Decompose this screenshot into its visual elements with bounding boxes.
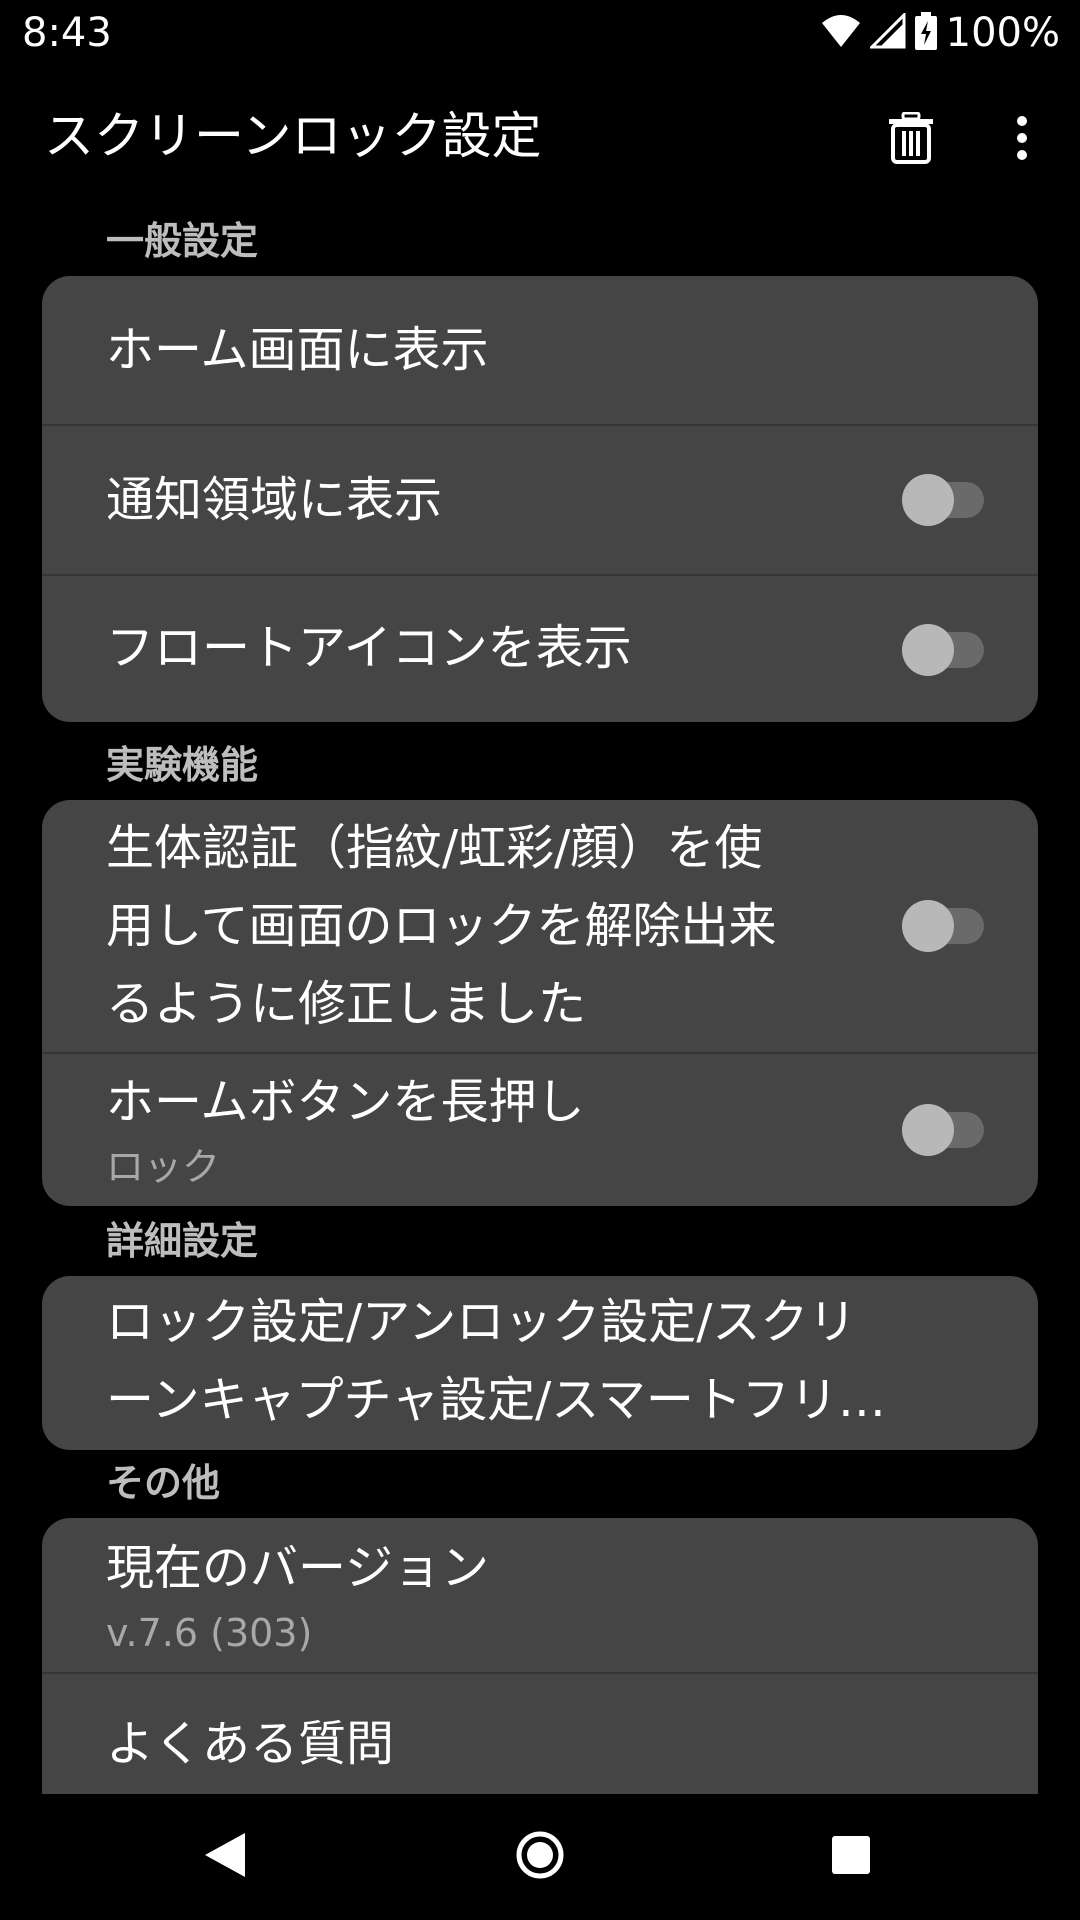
setting-title: ホームボタンを長押し (106, 1074, 585, 1130)
section-header-other: その他 (106, 1461, 221, 1505)
status-time: 8:43 (22, 10, 112, 56)
page-title: スクリーンロック設定 (44, 107, 542, 165)
setting-title: ホーム画面に表示 (106, 322, 489, 378)
trash-icon (888, 111, 934, 168)
setting-title: よくある質問 (106, 1716, 395, 1772)
setting-title-line: 生体認証（指紋/虹彩/顔）を使 (106, 820, 763, 876)
setting-title: 現在のバージョン (106, 1540, 490, 1596)
back-button[interactable] (180, 1812, 270, 1902)
section-header-general: 一般設定 (106, 219, 259, 263)
delete-button[interactable] (875, 104, 947, 176)
setting-title-line: 用して画面のロックを解除出来 (106, 898, 777, 954)
home-long-press-toggle[interactable] (902, 1104, 984, 1156)
float-icon-toggle[interactable] (902, 624, 984, 676)
other-card: 現在のバージョン v.7.6 (303) よくある質問 (42, 1518, 1038, 1794)
setting-title: 通知領域に表示 (106, 472, 443, 528)
general-settings-card: ホーム画面に表示 通知領域に表示 フロートアイコンを表示 (42, 276, 1038, 722)
switch-thumb (902, 624, 954, 676)
advanced-card: ロック設定/アンロック設定/スクリ ーンキャプチャ設定/スマートフリ… (42, 1276, 1038, 1450)
battery-charging-icon (914, 12, 938, 54)
setting-show-in-notification[interactable]: 通知領域に表示 (42, 426, 1038, 574)
app-bar: スクリーンロック設定 (0, 80, 1080, 192)
setting-title-line: るように修正しました (106, 976, 587, 1032)
setting-faq[interactable]: よくある質問 (42, 1674, 1038, 1794)
status-bar: 8:43 100% (0, 0, 1080, 66)
setting-summary: ロック (106, 1145, 221, 1189)
setting-current-version[interactable]: 現在のバージョン v.7.6 (303) (42, 1518, 1038, 1672)
experimental-card: 生体認証（指紋/虹彩/顔）を使 用して画面のロックを解除出来 るように修正しまし… (42, 800, 1038, 1206)
setting-summary: v.7.6 (303) (106, 1611, 313, 1655)
switch-thumb (902, 900, 954, 952)
notification-toggle[interactable] (902, 474, 984, 526)
setting-biometric-unlock[interactable]: 生体認証（指紋/虹彩/顔）を使 用して画面のロックを解除出来 るように修正しまし… (42, 800, 1038, 1052)
recents-square-icon (830, 1834, 872, 1880)
section-header-advanced: 詳細設定 (106, 1219, 259, 1263)
setting-title-line: ロック設定/アンロック設定/スクリ (106, 1294, 857, 1350)
setting-home-long-press[interactable]: ホームボタンを長押し ロック (42, 1054, 1038, 1206)
home-button[interactable] (495, 1812, 585, 1902)
setting-show-on-home[interactable]: ホーム画面に表示 (42, 276, 1038, 424)
setting-show-float-icon[interactable]: フロートアイコンを表示 (42, 576, 1038, 722)
switch-thumb (902, 474, 954, 526)
setting-lock-unlock-capture[interactable]: ロック設定/アンロック設定/スクリ ーンキャプチャ設定/スマートフリ… (42, 1276, 1038, 1450)
status-icons: 100% (820, 8, 1060, 58)
setting-title-line: ーンキャプチャ設定/スマートフリ… (106, 1372, 886, 1428)
section-header-experimental: 実験機能 (106, 743, 259, 787)
setting-title: フロートアイコンを表示 (106, 620, 632, 676)
battery-percentage: 100% (945, 10, 1060, 56)
more-options-button[interactable] (986, 104, 1058, 176)
biometric-toggle[interactable] (902, 900, 984, 952)
switch-thumb (902, 1104, 954, 1156)
wifi-icon (820, 13, 862, 53)
home-circle-icon (515, 1830, 565, 1884)
recents-button[interactable] (806, 1812, 896, 1902)
navigation-bar (0, 1794, 1080, 1920)
back-triangle-icon (203, 1831, 247, 1883)
cell-signal-icon (868, 11, 906, 53)
more-vert-icon (1015, 115, 1029, 165)
